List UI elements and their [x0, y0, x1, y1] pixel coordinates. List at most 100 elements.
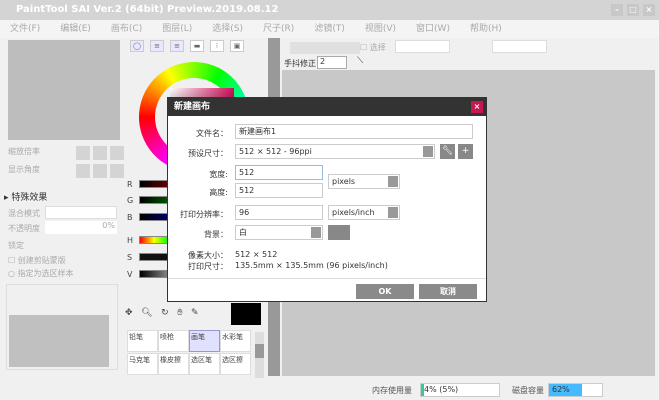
- clip-checkbox[interactable]: ☐ 创建剪贴蒙版: [8, 255, 66, 266]
- pixel-size-value: 512 × 512: [235, 250, 278, 259]
- rotate-icon[interactable]: ↻: [161, 308, 169, 318]
- preset-select[interactable]: 512 × 512 - 96ppi: [235, 144, 435, 159]
- slider-h[interactable]: H: [127, 236, 169, 245]
- memory-value: 4% (5%): [424, 385, 459, 394]
- menu-window[interactable]: 窗口(W): [406, 20, 460, 38]
- angle-label: 显示角度: [8, 165, 40, 174]
- rotate-right-button[interactable]: [92, 164, 107, 178]
- opacity-label: 不透明度: [8, 224, 40, 233]
- resolution-input[interactable]: 96: [235, 205, 323, 220]
- move-icon[interactable]: ✥: [125, 308, 133, 318]
- zoom-icon[interactable]: 🔍︎: [141, 308, 152, 318]
- status-bar: 内存使用量 4% (5%) 磁盘容量 62%: [280, 380, 659, 400]
- tool-scrollbar[interactable]: [255, 332, 264, 378]
- zoom-select[interactable]: [395, 40, 450, 53]
- eyedropper-icon[interactable]: ✎: [191, 308, 199, 318]
- width-input[interactable]: 512: [235, 165, 323, 180]
- dialog-close-button[interactable]: ×: [471, 101, 483, 113]
- background-color-swatch[interactable]: [328, 225, 350, 240]
- hand-icon[interactable]: ✋︎: [177, 308, 182, 318]
- menu-bar: 文件(F) 编辑(E) 画布(C) 图层(L) 选择(S) 尺子(R) 滤镜(T…: [0, 20, 659, 38]
- blend-mode-select[interactable]: [45, 206, 117, 219]
- sample-label: 指定为选区样本: [17, 269, 74, 278]
- menu-layer[interactable]: 图层(L): [152, 20, 202, 38]
- zoom-in-button[interactable]: [92, 146, 107, 160]
- menu-view[interactable]: 视图(V): [355, 20, 406, 38]
- line-tool-icon[interactable]: ⟍: [357, 56, 363, 66]
- zoom-reset-button[interactable]: [109, 146, 124, 160]
- background-select[interactable]: 白: [235, 225, 323, 240]
- unit-select[interactable]: pixels: [328, 174, 400, 189]
- navigator-preview: [8, 40, 120, 140]
- sample-checkbox[interactable]: ○ 指定为选区样本: [8, 268, 74, 279]
- filename-label: 文件名：: [196, 129, 228, 138]
- slider-b[interactable]: B: [127, 213, 169, 222]
- tool-select-eraser[interactable]: 选区擦: [220, 353, 251, 375]
- maximize-button[interactable]: □: [627, 4, 639, 16]
- disk-value: 62%: [552, 385, 570, 394]
- canvas-toolbar: ☐ 选择 手抖修正 2 ⟍: [282, 38, 659, 70]
- resolution-unit-select[interactable]: pixels/inch: [328, 205, 400, 220]
- slider-g[interactable]: G: [127, 196, 169, 205]
- effects-header[interactable]: ▸ 特殊效果: [4, 190, 47, 203]
- width-label: 宽度:: [209, 170, 228, 179]
- wrench-icon[interactable]: 🔧︎: [440, 144, 455, 159]
- menu-select[interactable]: 选择(S): [202, 20, 253, 38]
- menu-ruler[interactable]: 尺子(R): [253, 20, 304, 38]
- dialog-header: 新建画布 ×: [168, 98, 486, 116]
- window-title: PaintTool SAI Ver.2 (64bit) Preview.2019…: [16, 4, 279, 15]
- print-size-label: 打印尺寸：: [188, 262, 228, 271]
- tool-eraser[interactable]: 橡皮擦: [158, 353, 189, 375]
- height-input[interactable]: 512: [235, 183, 323, 198]
- slider-s[interactable]: S: [127, 253, 169, 262]
- menu-help[interactable]: 帮助(H): [460, 20, 512, 38]
- stabilizer-select[interactable]: 2: [317, 56, 347, 69]
- zoom-label: 缩放倍率: [8, 147, 40, 156]
- height-label: 高度:: [209, 188, 228, 197]
- hsv-slider-tab[interactable]: ≡: [170, 40, 184, 52]
- memory-label: 内存使用量: [372, 386, 412, 395]
- ok-button[interactable]: OK: [356, 284, 414, 299]
- print-size-value: 135.5mm × 135.5mm (96 pixels/inch): [235, 261, 388, 270]
- angle-select[interactable]: [492, 40, 547, 53]
- tool-brush[interactable]: 画笔: [189, 330, 220, 352]
- blend-label: 混合模式: [8, 209, 40, 218]
- cancel-button[interactable]: 取消: [419, 284, 477, 299]
- tool-icons-row: ✥ 🔍︎ ↻ ✋︎ ✎: [125, 308, 245, 322]
- slider-v[interactable]: V: [127, 270, 169, 279]
- layer-list[interactable]: [9, 315, 109, 367]
- mixer-tab[interactable]: ▬: [190, 40, 204, 52]
- tool-marker[interactable]: 马克笔: [127, 353, 158, 375]
- swatch-tab[interactable]: ⁝: [210, 40, 224, 52]
- menu-file[interactable]: 文件(F): [0, 20, 50, 38]
- memory-bar: 4% (5%): [420, 383, 500, 397]
- filename-input[interactable]: 新建画布1: [235, 124, 473, 139]
- menu-filter[interactable]: 滤镜(T): [304, 20, 355, 38]
- minimize-button[interactable]: –: [611, 4, 623, 16]
- scratchpad-tab[interactable]: ▣: [230, 40, 244, 52]
- tool-select-pen[interactable]: 选区笔: [189, 353, 220, 375]
- add-preset-button[interactable]: +: [458, 144, 473, 159]
- dialog-title: 新建画布: [174, 102, 211, 112]
- select-checkbox[interactable]: ☐ 选择: [360, 42, 386, 53]
- rotate-left-button[interactable]: [76, 164, 90, 178]
- disk-bar: 62%: [548, 383, 603, 397]
- tool-pencil[interactable]: 铅笔: [127, 330, 158, 352]
- lock-label: 锁定: [8, 241, 24, 250]
- clip-label: 创建剪贴蒙版: [17, 256, 66, 265]
- menu-edit[interactable]: 编辑(E): [50, 20, 101, 38]
- tool-watercolor[interactable]: 水彩笔: [220, 330, 251, 352]
- rotate-reset-button[interactable]: [109, 164, 124, 178]
- preset-label: 预设尺寸：: [188, 149, 228, 158]
- close-button[interactable]: ×: [643, 4, 655, 16]
- slider-r[interactable]: R: [127, 180, 169, 189]
- rgb-slider-tab[interactable]: ≡: [150, 40, 164, 52]
- background-label: 背景：: [204, 230, 228, 239]
- menu-canvas[interactable]: 画布(C): [101, 20, 152, 38]
- opacity-field[interactable]: 0%: [45, 221, 117, 234]
- zoom-out-button[interactable]: [76, 146, 90, 160]
- undo-redo-buttons[interactable]: [290, 42, 360, 54]
- color-wheel-tab[interactable]: ◯: [130, 40, 144, 52]
- tool-airbrush[interactable]: 喷枪: [158, 330, 189, 352]
- resolution-label: 打印分辨率：: [180, 210, 228, 219]
